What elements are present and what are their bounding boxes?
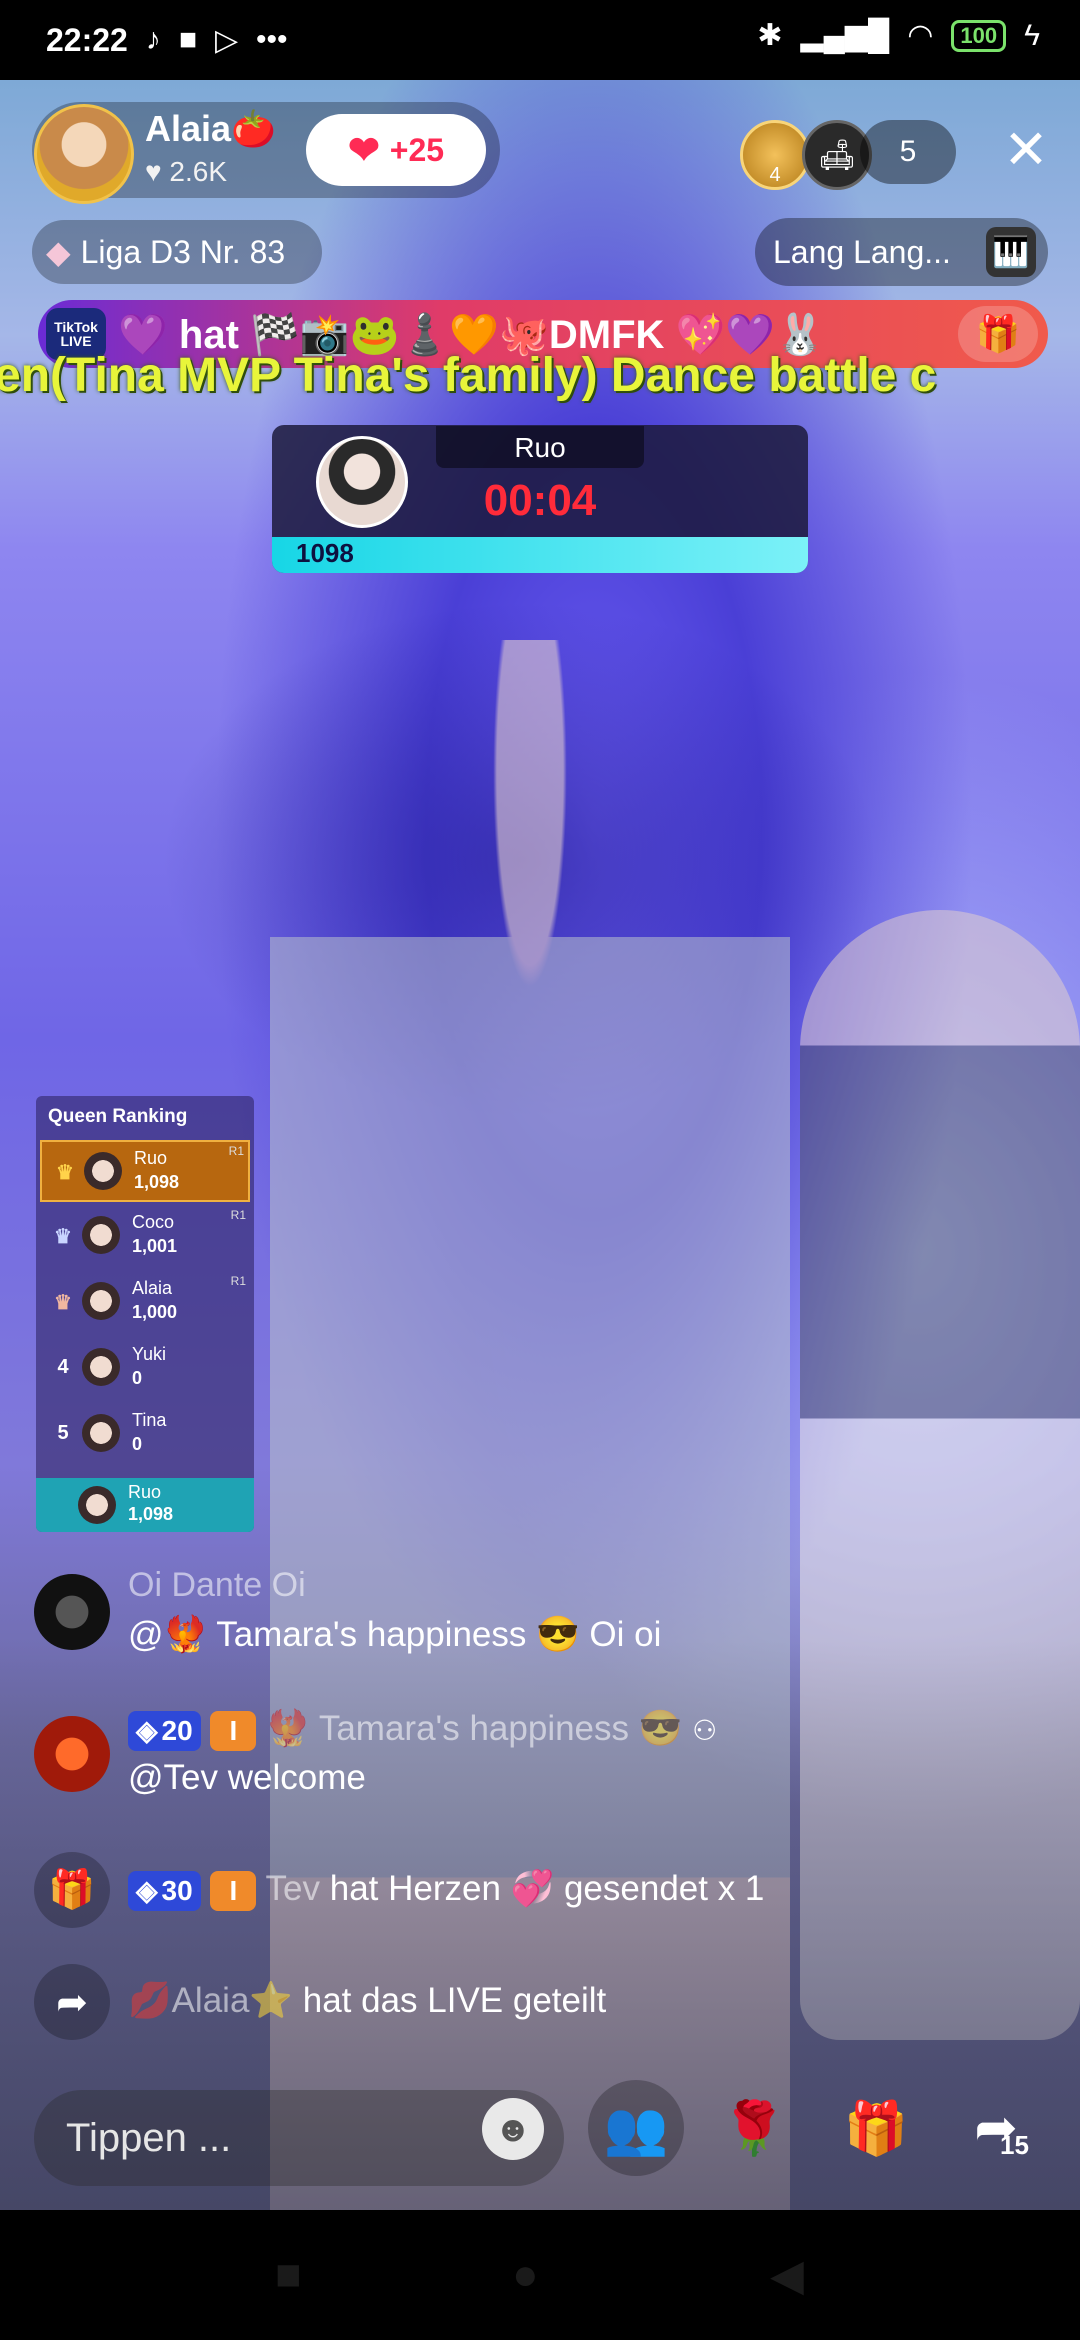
battle-avatar <box>316 436 408 528</box>
chat-username[interactable]: Oi Dante Oi <box>128 1566 306 1605</box>
share-count: 15 <box>1000 2130 1029 2160</box>
queen-ranking-title: Queen Ranking <box>48 1106 188 1127</box>
ranking-row[interactable]: 4 Yuki 0 <box>40 1338 250 1400</box>
crown-icon: ♛ <box>54 1292 72 1314</box>
viewer-count[interactable]: 5 <box>860 120 956 184</box>
guests-icon[interactable]: 👥 <box>588 2080 684 2176</box>
battery-icon: 100 <box>951 19 1007 52</box>
rose-icon[interactable]: 🌹 <box>706 2080 802 2176</box>
chat-username[interactable]: Tev <box>266 1869 320 1908</box>
avatar <box>84 1152 122 1190</box>
avatar <box>82 1282 120 1320</box>
top-viewer-medal[interactable]: 4 <box>740 120 810 190</box>
wifi-icon: ◠ <box>907 19 934 52</box>
piano-icon: 🎹 <box>986 227 1036 277</box>
chat-username[interactable]: 💋Alaia⭐ <box>128 1981 293 2020</box>
tiktok-icon: ♪ <box>145 23 161 56</box>
ranking-row[interactable]: 5 Tina 0 <box>40 1404 250 1466</box>
close-icon[interactable]: ✕ <box>996 118 1056 182</box>
ranking-current-streamer[interactable]: Ruo 1,098 <box>36 1478 254 1532</box>
chat-avatar[interactable] <box>34 1574 110 1650</box>
system-nav-bar <box>0 2210 1080 2340</box>
battle-name: Ruo <box>514 432 566 463</box>
battle-score: 1098 <box>296 538 354 568</box>
host-avatar[interactable] <box>34 104 134 204</box>
level-badge: ◈ 30 <box>128 1870 201 1911</box>
heart-icon: ❤ <box>347 129 380 172</box>
avatar <box>82 1414 120 1452</box>
signal-icon: ▂▄▆█ <box>800 19 890 52</box>
follow-like-button[interactable]: ❤ +25 <box>306 114 486 186</box>
chat-message: @🐦‍🔥 Tamara's happiness 😎 Oi oi <box>128 1615 662 1654</box>
avatar <box>82 1216 120 1254</box>
fan-badge: I <box>210 1870 257 1911</box>
gift-button[interactable]: 🎁 <box>828 2080 924 2176</box>
share-icon[interactable]: ➦ <box>34 1964 110 2040</box>
share-button[interactable]: ➦ <box>948 2080 1044 2176</box>
charging-icon: ϟ <box>1024 18 1040 52</box>
bluetooth-icon: ✱ <box>757 19 783 52</box>
person-icon: ⚇ <box>692 1715 718 1746</box>
heart-icon: ♥ <box>145 156 162 187</box>
status-icons: ✱ ▂▄▆█ ◠ 100 ϟ <box>757 18 1040 53</box>
host-likes: ♥ 2.6K <box>145 156 228 187</box>
gift-icon: 🎁 <box>843 2099 909 2158</box>
ranking-row[interactable]: ♛ Alaia 1,000 R1 <box>40 1272 250 1334</box>
chat-header: ◈ 20 I 🐦‍🔥 Tamara's happiness 😎 ⚇ <box>128 1708 717 1751</box>
chat-message: @Tev welcome <box>128 1758 366 1797</box>
music-pill[interactable]: Lang Lang... 🎹 <box>755 218 1048 286</box>
level-badge: ◈ 20 <box>128 1710 201 1751</box>
avatar <box>82 1348 120 1386</box>
fan-badge: I <box>210 1710 257 1751</box>
diamond-icon: ◈ <box>136 1715 158 1747</box>
gift-icon[interactable]: 🎁 <box>34 1852 110 1928</box>
chat-username[interactable]: 🐦‍🔥 Tamara's happiness 😎 <box>266 1709 682 1748</box>
battle-timer: 00:04 <box>483 476 597 525</box>
host-name[interactable]: Alaia🍅 <box>145 108 276 150</box>
marquee-banner: en(Tina MVP Tina's family) Dance battle … <box>0 349 937 402</box>
recents-icon[interactable]: ■ <box>275 2250 302 2300</box>
crown-icon: ♛ <box>56 1162 74 1184</box>
ranking-row[interactable]: ♛ Coco 1,001 R1 <box>40 1206 250 1268</box>
chat-gift-message: ◈ 30 I Tev hat Herzen 💞 gesendet x 1 <box>128 1868 764 1911</box>
crown-icon: ♛ <box>54 1226 72 1248</box>
chat-avatar[interactable] <box>34 1716 110 1792</box>
avatar <box>78 1486 116 1524</box>
video-icon: ■ <box>178 23 197 56</box>
chat-share-message: 💋Alaia⭐ hat das LIVE geteilt <box>128 1981 607 2020</box>
emoji-icon[interactable]: ☻ <box>482 2098 544 2160</box>
play-icon: ▷ <box>214 23 239 57</box>
league-pill[interactable]: ◆ Liga D3 Nr. 83 <box>32 220 322 284</box>
diamond-icon: ◆ <box>46 234 71 270</box>
status-bar: 22:22 ♪ ■ ▷ ••• ✱ ▂▄▆█ ◠ 100 ϟ <box>0 0 1080 80</box>
home-icon[interactable]: ● <box>512 2250 539 2300</box>
back-icon[interactable]: ◀ <box>770 2250 804 2301</box>
more-icon: ••• <box>256 23 288 56</box>
status-time: 22:22 <box>46 21 128 58</box>
diamond-icon: ◈ <box>136 1875 158 1907</box>
ranking-row[interactable]: ♛ Ruo 1,098 R1 <box>40 1140 250 1202</box>
queen-ranking-panel[interactable]: Queen Ranking ♛ Ruo 1,098 R1 ♛ Coco 1,00… <box>36 1096 254 1532</box>
